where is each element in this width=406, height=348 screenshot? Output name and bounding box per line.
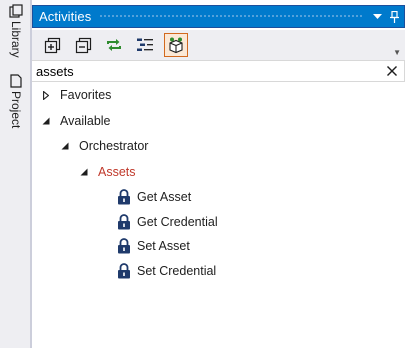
- tree-node-label: Orchestrator: [79, 139, 149, 153]
- activity-set-asset[interactable]: Set Asset: [117, 236, 190, 256]
- search-box: [32, 60, 405, 82]
- titlebar-grip: [99, 14, 362, 19]
- panel-title: Activities: [39, 9, 92, 24]
- collapse-all-icon: [75, 37, 91, 53]
- activity-set-credential[interactable]: Set Credential: [117, 261, 216, 281]
- lock-icon: [118, 214, 130, 230]
- lock-icon: [118, 263, 130, 279]
- collapse-arrow-icon[interactable]: [78, 166, 90, 178]
- tree-node-orchestrator[interactable]: Orchestrator: [59, 136, 148, 156]
- activity-label: Set Credential: [137, 264, 217, 278]
- tab-project-label: Project: [9, 91, 23, 129]
- filter-button[interactable]: [133, 33, 157, 57]
- toolbar-overflow-icon[interactable]: ▼: [393, 48, 401, 57]
- filter-list-icon: [137, 38, 153, 51]
- tab-library-label: Library: [9, 21, 23, 58]
- refresh-icon: [107, 39, 121, 51]
- expand-arrow-icon[interactable]: [40, 89, 52, 101]
- available-packages-button[interactable]: [164, 33, 188, 57]
- library-icon: [9, 4, 23, 18]
- pin-icon[interactable]: [387, 10, 401, 24]
- tab-library[interactable]: Library: [4, 4, 28, 58]
- collapse-arrow-icon[interactable]: [59, 140, 71, 152]
- activity-label: Set Asset: [137, 239, 190, 253]
- collapse-arrow-icon[interactable]: [40, 115, 52, 127]
- lock-icon: [118, 238, 130, 254]
- tree-node-label: Available: [60, 114, 111, 128]
- package-icon: [169, 37, 183, 53]
- close-icon[interactable]: [383, 62, 401, 80]
- dropdown-arrow-icon[interactable]: [370, 10, 384, 24]
- panel-titlebar: Activities: [32, 5, 405, 28]
- activity-label: Get Credential: [137, 215, 218, 229]
- activity-label: Get Asset: [137, 190, 192, 204]
- collapse-all-button[interactable]: [71, 33, 95, 57]
- tree-node-assets[interactable]: Assets: [78, 162, 136, 182]
- side-tab-strip: Library Project: [0, 0, 31, 348]
- refresh-button[interactable]: [102, 33, 126, 57]
- expand-all-button[interactable]: [40, 33, 64, 57]
- activity-get-asset[interactable]: Get Asset: [117, 187, 191, 207]
- tree-node-available[interactable]: Available: [40, 111, 111, 131]
- tree-node-label: Favorites: [60, 88, 112, 102]
- search-input[interactable]: [36, 62, 383, 80]
- lock-icon: [118, 189, 130, 205]
- tree-node-favorites[interactable]: Favorites: [40, 85, 111, 105]
- project-icon: [10, 74, 22, 88]
- activity-get-credential[interactable]: Get Credential: [117, 212, 218, 232]
- activities-toolbar: ▼: [32, 30, 405, 60]
- tree-node-label: Assets: [98, 165, 136, 179]
- activities-panel: Activities ▼ assets Favorites Available …: [31, 0, 406, 348]
- tab-project[interactable]: Project: [4, 74, 28, 128]
- expand-all-icon: [44, 37, 60, 53]
